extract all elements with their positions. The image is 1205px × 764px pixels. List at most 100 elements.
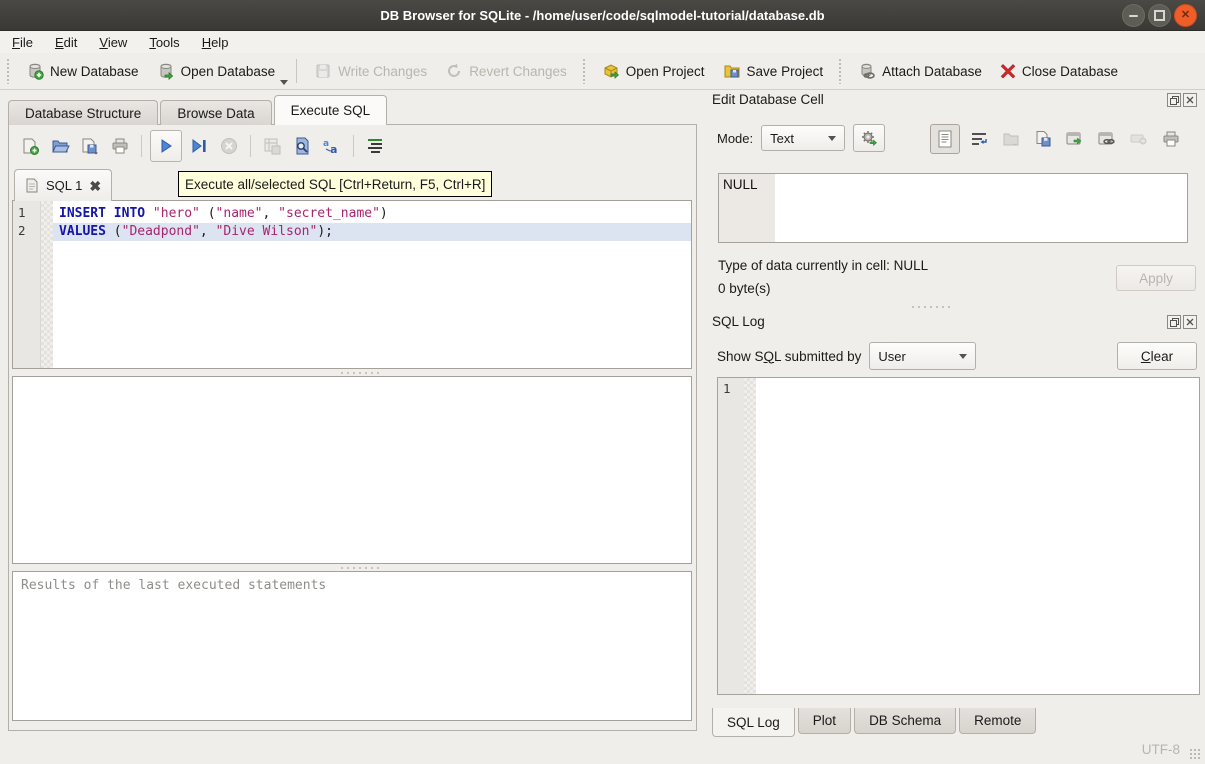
find-in-sql-button[interactable] [289,133,315,159]
execute-line-button[interactable] [186,133,212,159]
dock-tab-db-schema[interactable]: DB Schema [854,708,956,734]
code-token: ( [106,224,122,239]
log-source-select[interactable]: User [869,342,976,370]
export-data-button[interactable] [1030,126,1056,152]
code-area[interactable]: INSERT INTO "hero" ("name", "secret_name… [53,201,691,368]
line-number: 1 [13,205,40,223]
toolbar-grip[interactable] [838,58,843,84]
tab-execute-sql[interactable]: Execute SQL [274,95,388,125]
close-icon [1186,96,1194,104]
clear-log-button[interactable]: Clear [1117,342,1197,370]
splitter-handle[interactable] [339,566,379,570]
tab-database-structure[interactable]: Database Structure [8,100,158,125]
mode-label: Mode: [717,131,753,146]
chevron-down-icon [959,354,967,359]
dock-tab-plot[interactable]: Plot [798,708,851,734]
print-icon [1162,130,1180,148]
open-in-external-button[interactable] [1062,126,1088,152]
sql-log-view[interactable]: 1 [717,377,1200,695]
log-line-number: 1 [723,381,731,396]
svg-text:a: a [323,139,329,149]
copy-link-button[interactable] [1094,126,1120,152]
new-tab-icon [20,136,40,156]
save-sql-file-button[interactable] [77,133,103,159]
dock-tab-remote[interactable]: Remote [959,708,1036,734]
fold-margin [744,378,756,694]
close-panel-button[interactable] [1183,93,1197,107]
encoding-indicator[interactable]: UTF-8 [1142,742,1180,757]
code-token: , [263,206,279,221]
menu-file[interactable]: File [10,33,43,52]
float-panel-button[interactable] [1167,315,1181,329]
sql-log-panel-buttons [1167,315,1197,329]
splitter-handle[interactable] [910,305,950,309]
results-grid[interactable] [12,376,692,564]
code-token: "secret_name" [278,206,380,221]
new-sql-tab-button[interactable] [17,133,43,159]
line-number: 2 [13,223,40,241]
tab-browse-data[interactable]: Browse Data [160,100,271,125]
open-database-dropdown-icon[interactable] [280,80,288,85]
toolbar-grip[interactable] [6,58,11,84]
tab-label: Database Structure [25,106,141,121]
close-database-button[interactable]: Close Database [991,58,1127,84]
revert-changes-icon [445,62,463,80]
attach-database-button[interactable]: Attach Database [849,57,991,85]
dock-tab-sql-log[interactable]: SQL Log [712,708,795,737]
open-sql-file-button[interactable] [47,133,73,159]
execute-all-button[interactable] [150,130,182,162]
code-token: "hero" [153,206,200,221]
gear-arrow-icon [860,129,878,147]
code-token: "name" [216,206,263,221]
menu-view[interactable]: View [89,33,137,52]
menu-edit[interactable]: Edit [45,33,87,52]
tab-label: Remote [974,713,1021,728]
save-project-button[interactable]: Save Project [714,57,833,85]
maximize-button[interactable] [1148,4,1171,27]
resize-grip[interactable] [1189,748,1202,761]
titlebar[interactable]: DB Browser for SQLite - /home/user/code/… [0,0,1205,31]
maximize-icon [1154,10,1165,21]
cell-value: NULL [723,177,758,192]
open-database-button[interactable]: Open Database [148,57,285,85]
text-view-button[interactable] [930,124,960,154]
sql-editor-toolbar: aa [17,130,388,162]
print-sql-button[interactable] [107,133,133,159]
code-token: "Deadpond" [122,224,200,239]
log-source-value: User [878,349,905,364]
splitter-handle[interactable] [339,371,379,375]
save-project-icon [723,62,741,80]
set-null-button [1126,126,1152,152]
cell-value-editor[interactable]: NULL [718,173,1188,243]
find-icon [292,136,312,156]
code-token: ); [317,224,333,239]
autocomplete-icon: aa [322,137,342,155]
write-changes-icon [314,62,332,80]
attach-database-icon [858,62,876,80]
close-button[interactable]: ✕ [1174,4,1197,27]
auto-switch-mode-button[interactable] [853,124,885,152]
results-message-pane[interactable]: Results of the last executed statements [12,571,692,721]
word-wrap-button[interactable] [966,126,992,152]
close-sql-tab-icon[interactable]: ✖ [89,179,101,193]
format-icon [366,138,384,154]
autocomplete-button[interactable]: aa [319,133,345,159]
open-project-button[interactable]: Open Project [593,57,714,85]
sql-document-tab[interactable]: SQL 1 ✖ [14,169,112,201]
sql-code-editor[interactable]: 1 2 INSERT INTO "hero" ("name", "secret_… [12,200,692,369]
format-sql-button[interactable] [362,133,388,159]
mode-select[interactable]: Text [761,125,845,151]
float-icon [1170,318,1179,327]
close-panel-button[interactable] [1183,315,1197,329]
new-database-button[interactable]: New Database [17,57,148,85]
menu-help[interactable]: Help [192,33,239,52]
code-token: , [200,224,216,239]
print-cell-button[interactable] [1158,126,1184,152]
toolbar-grip[interactable] [582,58,587,84]
float-panel-button[interactable] [1167,93,1181,107]
execute-icon [158,138,174,154]
minimize-button[interactable] [1122,4,1145,27]
execute-sql-panel: aa SQL 1 ✖ Execute all/selected SQL [Ctr… [8,124,697,731]
menubar: File Edit View Tools Help [0,31,1205,53]
menu-tools[interactable]: Tools [139,33,189,52]
